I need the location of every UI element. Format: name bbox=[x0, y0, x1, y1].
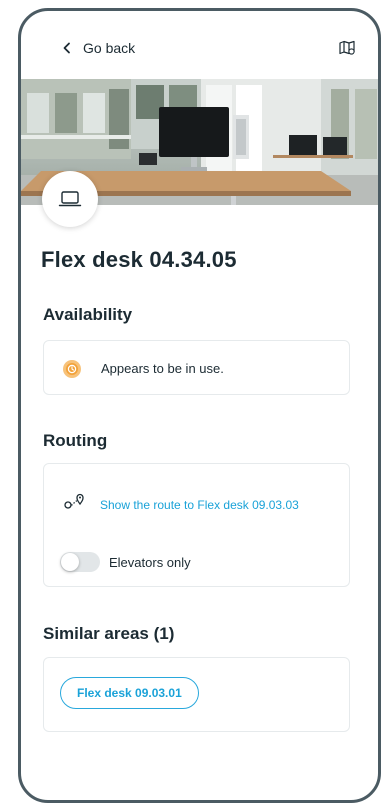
availability-card: Appears to be in use. bbox=[43, 340, 350, 395]
similar-area-chip[interactable]: Flex desk 09.03.01 bbox=[60, 677, 199, 709]
toggle-knob bbox=[61, 553, 79, 571]
chevron-left-icon bbox=[63, 42, 70, 54]
phone-frame: Go back Flex desk 04.34.05 Availability … bbox=[18, 8, 381, 803]
availability-heading: Availability bbox=[43, 305, 133, 324]
route-icon bbox=[64, 493, 84, 509]
show-route-link[interactable]: Show the route to Flex desk 09.03.03 bbox=[100, 498, 299, 512]
similar-areas-card: Flex desk 09.03.01 bbox=[43, 657, 350, 732]
laptop-icon bbox=[58, 191, 82, 207]
routing-heading: Routing bbox=[43, 431, 108, 450]
map-icon[interactable] bbox=[338, 39, 356, 57]
similar-areas-heading: Similar areas (1) bbox=[43, 624, 175, 643]
go-back-button[interactable]: Go back bbox=[61, 40, 135, 56]
clock-status-icon bbox=[63, 360, 81, 378]
routing-card: Show the route to Flex desk 09.03.03 Ele… bbox=[43, 463, 350, 587]
top-bar: Go back bbox=[21, 11, 378, 79]
go-back-label: Go back bbox=[83, 40, 136, 56]
availability-status: Appears to be in use. bbox=[101, 361, 224, 376]
elevators-only-label: Elevators only bbox=[109, 555, 191, 570]
space-type-badge bbox=[42, 171, 98, 227]
page-title: Flex desk 04.34.05 bbox=[41, 247, 237, 272]
elevators-only-toggle[interactable] bbox=[60, 552, 100, 572]
